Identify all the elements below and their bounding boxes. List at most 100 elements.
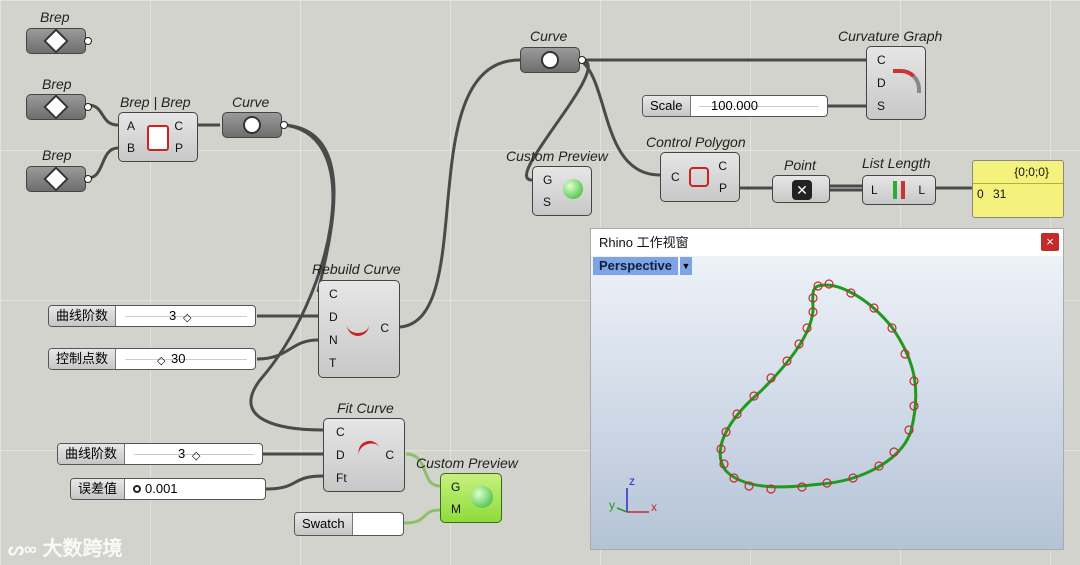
custom-preview-label: Custom Preview	[506, 148, 608, 164]
curve-param[interactable]	[222, 112, 282, 138]
axis-x-label: x	[651, 500, 657, 514]
curvature-graph-component[interactable]: C D S	[866, 46, 926, 120]
preview-icon	[471, 486, 493, 508]
input-b: B	[127, 141, 136, 155]
output-grip[interactable]	[280, 121, 288, 129]
viewport-canvas[interactable]: Perspective ▼ x y z	[591, 256, 1063, 549]
slider-value: 30	[171, 351, 186, 366]
slider-grip-icon[interactable]: ◇	[183, 311, 191, 324]
viewport-title: Rhino 工作视窗	[591, 229, 1063, 256]
wire	[87, 103, 119, 127]
slider-name: Scale	[643, 96, 691, 116]
output-grip[interactable]	[84, 103, 92, 111]
brep-param[interactable]	[26, 166, 86, 192]
degree-slider[interactable]: 曲线阶数 3 ◇	[57, 443, 263, 465]
watermark-text: 大数跨境	[42, 538, 123, 560]
brep-label: Brep	[40, 9, 70, 25]
fit-curve-icon	[355, 437, 383, 464]
brep-brep-label: Brep | Brep	[120, 94, 191, 110]
slider-track	[125, 359, 247, 360]
panel-index: 0	[977, 187, 984, 201]
curve-param[interactable]	[520, 47, 580, 73]
input-n: N	[329, 333, 338, 347]
slider-grip-icon[interactable]	[133, 485, 141, 493]
output-grip[interactable]	[84, 37, 92, 45]
input-ft: Ft	[336, 471, 347, 485]
control-polygon-component[interactable]: C C P	[660, 152, 740, 202]
slider-value: 0.001	[145, 481, 178, 496]
output-grip[interactable]	[84, 175, 92, 183]
rebuild-icon	[347, 319, 369, 336]
list-length-icon	[893, 181, 905, 199]
control-polygon-label: Control Polygon	[646, 134, 746, 150]
rebuild-curve-label: Rebuild Curve	[312, 261, 401, 277]
input-g: G	[543, 173, 553, 187]
curvature-icon	[893, 69, 921, 93]
fit-curve-component[interactable]: C D Ft C	[323, 418, 405, 492]
panel[interactable]: {0;0;0} 0 31	[972, 160, 1064, 218]
slider-grip-icon[interactable]: ◇	[157, 354, 165, 367]
panel-header: {0;0;0}	[1014, 165, 1049, 179]
rhino-viewport-window[interactable]: Rhino 工作视窗 × Perspective ▼ x y z	[590, 228, 1064, 550]
input-d: D	[336, 448, 345, 462]
curve-preview	[616, 279, 919, 513]
swatch-color[interactable]	[355, 515, 401, 533]
brep-param[interactable]	[26, 94, 86, 120]
axis-y-label: y	[609, 498, 615, 512]
custom-preview-component[interactable]: G S	[532, 166, 592, 216]
y-axis	[616, 507, 628, 513]
curve-label: Curve	[530, 28, 568, 44]
wire-selected	[403, 508, 441, 525]
degree-slider[interactable]: 曲线阶数 3 ◇	[48, 305, 256, 327]
slider-grip-icon[interactable]: ◇	[192, 449, 200, 462]
output-grip[interactable]	[578, 56, 586, 64]
slider-name: 曲线阶数	[58, 444, 126, 464]
curvature-graph-label: Curvature Graph	[838, 28, 943, 44]
output-c: C	[174, 119, 183, 133]
wire	[265, 474, 324, 491]
fitted-curve	[718, 283, 918, 489]
swatch-name: Swatch	[295, 513, 353, 535]
custom-preview-label: Custom Preview	[416, 455, 518, 471]
rebuild-curve-component[interactable]: C D N T C	[318, 280, 400, 378]
brep-label: Brep	[42, 147, 72, 163]
point-param[interactable]: ✕	[772, 175, 830, 203]
input-d: D	[877, 76, 886, 90]
input-c: C	[877, 53, 886, 67]
input-c: C	[336, 425, 345, 439]
curve-icon	[239, 112, 265, 138]
output-l: L	[918, 183, 925, 197]
output-c: C	[380, 321, 389, 335]
slider-value: 3	[178, 446, 186, 461]
output-p: P	[174, 141, 183, 155]
wire	[87, 146, 119, 180]
brep-param[interactable]	[26, 28, 86, 54]
input-m: M	[451, 502, 461, 516]
brep-brep-component[interactable]: A B C P	[118, 112, 198, 162]
curve-label: Curve	[232, 94, 270, 110]
swatch[interactable]: Swatch	[294, 512, 404, 536]
slider-name: 误差值	[71, 479, 126, 499]
intersect-icon	[147, 125, 169, 151]
watermark: ᔕ∞ 大数跨境	[8, 532, 122, 561]
fit-curve-label: Fit Curve	[337, 400, 394, 416]
output-c: C	[385, 448, 394, 462]
close-button[interactable]: ×	[1041, 233, 1059, 251]
slider-name: 控制点数	[49, 349, 117, 369]
list-length-component[interactable]: L L	[862, 175, 936, 205]
custom-preview-component[interactable]: G M	[440, 473, 502, 523]
input-l: L	[871, 183, 878, 197]
tolerance-slider[interactable]: 误差值 0.001	[70, 478, 266, 500]
brep-label: Brep	[42, 76, 72, 92]
brep-icon	[43, 166, 69, 192]
polygon-icon	[689, 167, 709, 187]
slider-value: 100.000	[711, 98, 758, 113]
input-t: T	[329, 356, 337, 370]
wire	[399, 58, 521, 329]
panel-divider	[973, 183, 1063, 184]
input-c: C	[671, 170, 680, 184]
control-points-slider[interactable]: 控制点数 ◇ 30	[48, 348, 256, 370]
panel-value: 31	[993, 187, 1007, 201]
scale-slider[interactable]: Scale 100.000	[642, 95, 828, 117]
brep-icon	[43, 28, 69, 54]
